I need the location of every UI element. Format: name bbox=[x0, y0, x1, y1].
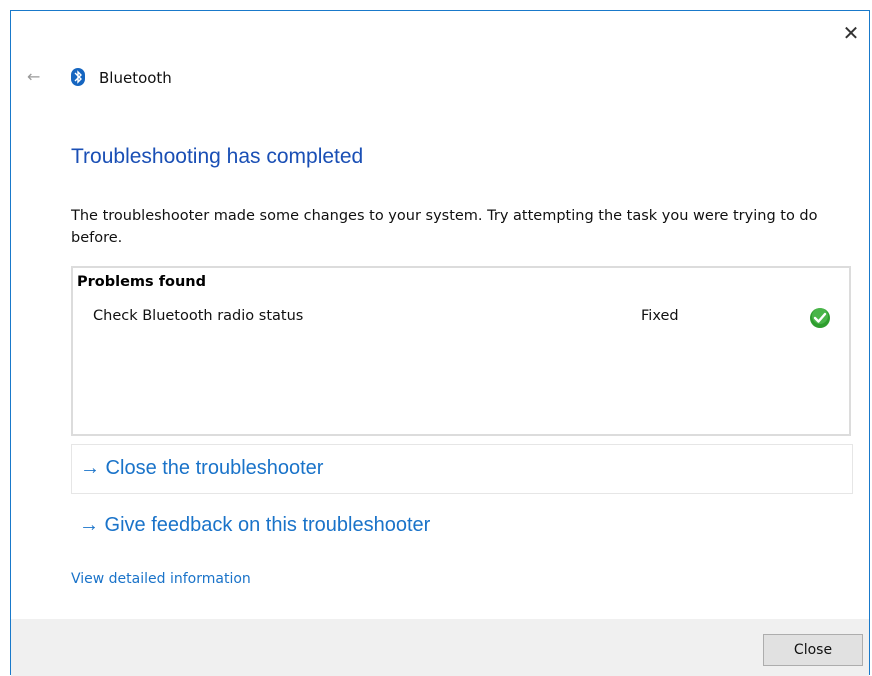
problem-name: Check Bluetooth radio status bbox=[93, 308, 304, 324]
close-icon[interactable]: ✕ bbox=[839, 21, 863, 45]
page-title: Troubleshooting has completed bbox=[71, 145, 364, 168]
check-circle-icon bbox=[809, 307, 831, 329]
give-feedback-link[interactable]: → Give feedback on this troubleshooter bbox=[79, 514, 430, 537]
problem-status: Fixed bbox=[641, 308, 679, 324]
close-button[interactable]: Close bbox=[763, 634, 863, 666]
problem-row: Check Bluetooth radio status Fixed bbox=[73, 308, 849, 332]
problems-panel: Problems found Check Bluetooth radio sta… bbox=[71, 266, 851, 436]
back-arrow-icon[interactable]: ← bbox=[27, 67, 40, 86]
troubleshooter-window: ✕ ← Bluetooth Troubleshooting has comple… bbox=[10, 10, 870, 676]
description-text: The troubleshooter made some changes to … bbox=[71, 208, 818, 246]
app-title: Bluetooth bbox=[99, 69, 172, 87]
close-troubleshooter-link[interactable]: → Close the troubleshooter bbox=[80, 457, 323, 480]
bluetooth-icon bbox=[71, 68, 85, 86]
close-troubleshooter-link-box: → Close the troubleshooter bbox=[71, 444, 853, 494]
problems-title: Problems found bbox=[77, 274, 207, 290]
view-detailed-information-link[interactable]: View detailed information bbox=[71, 571, 251, 587]
footer-bar: Close bbox=[11, 619, 869, 676]
